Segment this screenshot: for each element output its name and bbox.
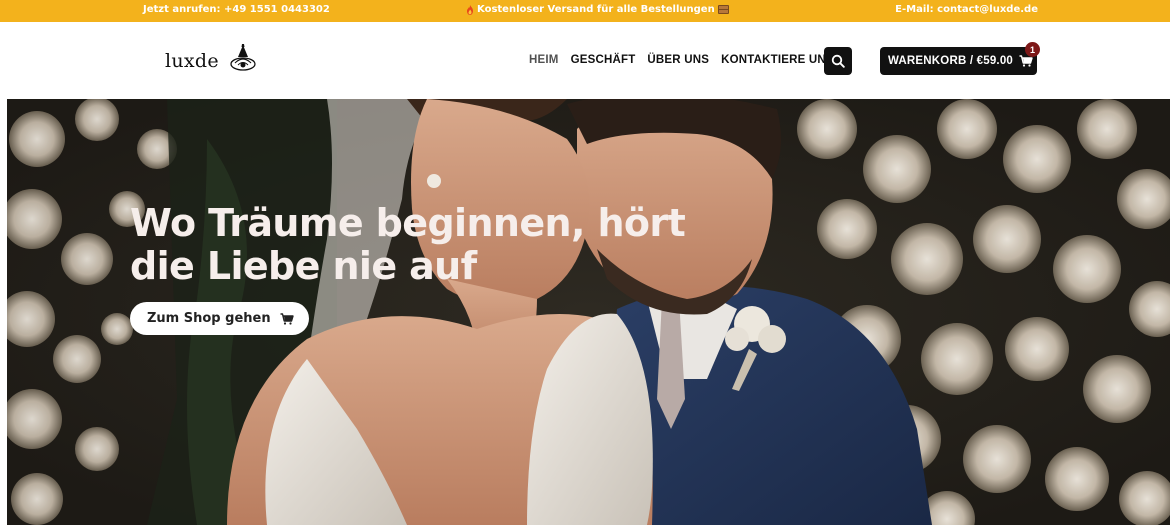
shop-now-label: Zum Shop gehen bbox=[147, 311, 271, 326]
cart-icon bbox=[280, 312, 294, 325]
shipping-notice: Kostenloser Versand für alle Bestellunge… bbox=[466, 4, 729, 15]
logo-text: luxde bbox=[165, 50, 219, 72]
nav-item-ueber-uns[interactable]: ÜBER UNS bbox=[647, 54, 709, 66]
cart-button[interactable]: WARENKORB / €59.00 bbox=[880, 47, 1037, 75]
main-navigation: HEIM GESCHÄFT ÜBER UNS KONTAKTIERE UNS bbox=[529, 54, 834, 66]
shipping-text: Kostenloser Versand für alle Bestellunge… bbox=[477, 4, 715, 15]
phone-text[interactable]: Jetzt anrufen: +49 1551 0443302 bbox=[143, 4, 330, 15]
package-icon bbox=[717, 5, 729, 14]
shop-now-button[interactable]: Zum Shop gehen bbox=[130, 302, 309, 335]
nav-item-geschaeft[interactable]: GESCHÄFT bbox=[571, 54, 636, 66]
hero-banner: Wo Träume beginnen, hört die Liebe nie a… bbox=[7, 99, 1170, 525]
search-icon bbox=[831, 54, 845, 68]
cart-label: WARENKORB / €59.00 bbox=[888, 55, 1014, 67]
hero-title: Wo Träume beginnen, hört die Liebe nie a… bbox=[130, 201, 686, 288]
email-text[interactable]: E-Mail: contact@luxde.de bbox=[895, 4, 1038, 15]
site-logo[interactable]: luxde bbox=[165, 44, 257, 73]
fire-icon bbox=[467, 4, 473, 15]
top-announcement-bar: Jetzt anrufen: +49 1551 0443302 Kostenlo… bbox=[0, 0, 1170, 22]
nav-item-kontaktiere-uns[interactable]: KONTAKTIERE UNS bbox=[721, 54, 834, 66]
search-button[interactable] bbox=[824, 47, 852, 75]
cart-count-badge: 1 bbox=[1025, 42, 1040, 57]
nav-item-heim[interactable]: HEIM bbox=[529, 54, 559, 66]
site-header: luxde HEIM GESCHÄFT ÜBER UNS KONTAKTIERE… bbox=[0, 22, 1170, 99]
logo-mark-icon bbox=[230, 44, 256, 71]
